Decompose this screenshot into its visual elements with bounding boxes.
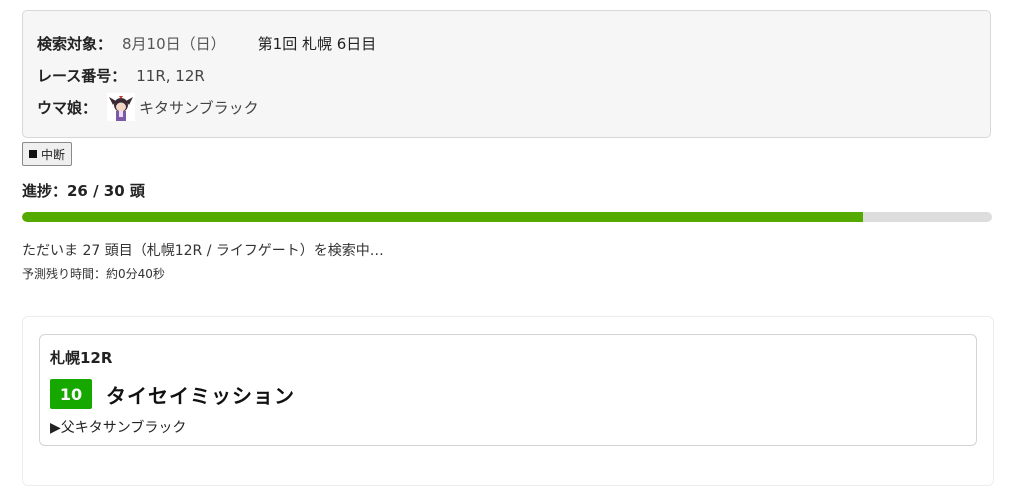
search-target-label: 検索対象： (37, 35, 113, 53)
results-panel: 札幌12R 10 タイセイミッション ▶父キタサンブラック (22, 316, 994, 486)
result-race-name: 札幌12R (50, 349, 113, 367)
umamusume-label: ウマ娘： (37, 98, 98, 117)
progress-bar-fill (22, 212, 863, 222)
umamusume-avatar-icon (107, 93, 136, 121)
search-target-row: 検索対象： 8月10日（日） 第1回 札幌 6日目 (37, 33, 376, 54)
umamusume-value: キタサンブラック (139, 98, 259, 117)
race-number-value: 11R, 12R (136, 66, 205, 85)
search-target-date: 8月10日（日） (122, 35, 226, 53)
horse-number-badge: 10 (50, 379, 92, 409)
horse-name: タイセイミッション (106, 383, 295, 408)
umamusume-row: ウマ娘： キタサンブラック (37, 93, 259, 121)
stop-icon (29, 150, 37, 158)
sire-toggle[interactable]: ▶父キタサンブラック (50, 417, 186, 437)
stop-button[interactable]: 中断 (22, 142, 73, 166)
search-target-meeting: 第1回 札幌 6日目 (257, 35, 377, 53)
result-horse-row: 10 タイセイミッション (50, 379, 295, 409)
result-card: 札幌12R 10 タイセイミッション ▶父キタサンブラック (39, 334, 977, 446)
search-status-text: ただいま 27 頭目（札幌12R / ライフゲート）を検索中… (22, 243, 384, 259)
eta-text: 予測残り時間：約0分40秒 (22, 267, 165, 281)
search-conditions-panel: 検索対象： 8月10日（日） 第1回 札幌 6日目 レース番号： 11R, 12… (22, 10, 991, 138)
stop-button-label: 中断 (41, 147, 66, 162)
race-number-row: レース番号： 11R, 12R (37, 65, 205, 86)
race-number-label: レース番号： (37, 67, 127, 85)
progress-title: 進捗：26 / 30 頭 (22, 182, 145, 200)
progress-bar (22, 212, 992, 222)
